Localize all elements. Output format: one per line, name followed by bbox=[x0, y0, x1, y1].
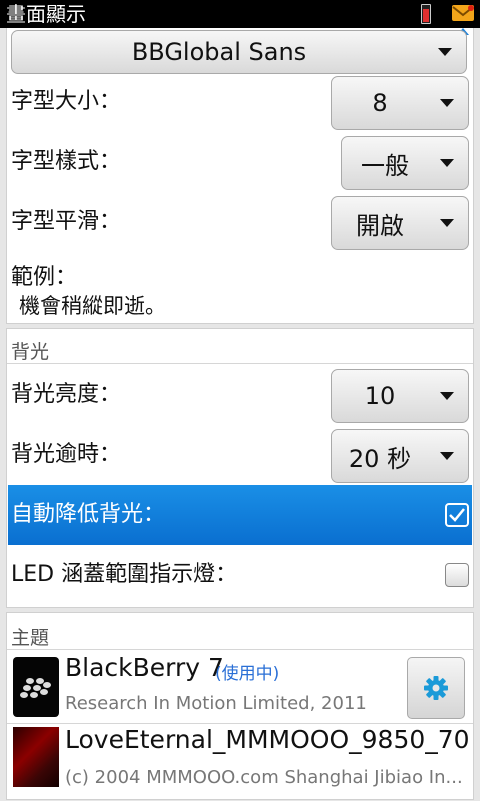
font-style-label: 字型樣式： bbox=[11, 149, 122, 174]
sample-label: 範例： bbox=[11, 265, 78, 290]
battery-icon bbox=[421, 4, 431, 24]
mail-icon[interactable] bbox=[452, 5, 474, 21]
dropdown-arrow-icon bbox=[438, 48, 452, 56]
divider bbox=[7, 363, 473, 364]
dropdown-arrow-icon bbox=[440, 392, 454, 400]
timeout-dropdown[interactable]: 20 秒 bbox=[331, 429, 469, 483]
brightness-dropdown[interactable]: 10 bbox=[331, 369, 469, 423]
font-style-dropdown[interactable]: 一般 bbox=[341, 136, 469, 190]
font-smoothing-label: 字型平滑： bbox=[11, 209, 122, 234]
divider bbox=[7, 723, 473, 724]
theme-name: BlackBerry 7 bbox=[65, 653, 224, 682]
theme-item[interactable]: BlackBerry 7 (使用中) Research In Motion Li… bbox=[7, 653, 397, 723]
theme-subtitle: Research In Motion Limited, 2011 bbox=[65, 693, 367, 714]
font-size-value: 8 bbox=[372, 89, 388, 117]
dropdown-arrow-icon bbox=[440, 452, 454, 460]
backlight-panel: 背光 背光亮度： 10 背光逾時： 20 秒 自動降低背光： LED 涵蓋範圍指… bbox=[6, 328, 474, 608]
auto-dim-checkbox[interactable] bbox=[445, 503, 469, 527]
sample-text: 機會稍縱即逝。 bbox=[19, 294, 166, 318]
check-icon bbox=[449, 508, 465, 522]
section-header-backlight: 背光 bbox=[11, 341, 50, 363]
font-size-dropdown[interactable]: 8 bbox=[331, 76, 469, 130]
theme-panel: 主題 BlackBerry 7 (使用中) Research In Motion… bbox=[6, 612, 474, 800]
font-family-dropdown[interactable]: BBGlobal Sans bbox=[11, 30, 467, 74]
brightness-value: 10 bbox=[364, 382, 396, 410]
led-label: LED 涵蓋範圍指示燈： bbox=[11, 562, 238, 587]
font-settings-panel: BBGlobal Sans 字型大小： 8 字型樣式： 一般 字型平滑： 開啟 … bbox=[6, 28, 474, 324]
font-family-value: BBGlobal Sans bbox=[131, 38, 307, 66]
theme-subtitle: (c) 2004 MMMOOO.com Shanghai Jibiao In..… bbox=[65, 767, 463, 788]
theme-name: LoveEternal_MMMOOO_9850_70 bbox=[65, 725, 470, 754]
screen-title: 畫面顯示 bbox=[6, 2, 86, 26]
font-size-label: 字型大小： bbox=[11, 89, 122, 114]
theme-status-badge: (使用中) bbox=[215, 664, 280, 684]
divider bbox=[7, 649, 473, 650]
auto-dim-label: 自動降低背光： bbox=[11, 502, 166, 527]
brightness-label: 背光亮度： bbox=[11, 382, 122, 407]
dropdown-arrow-icon bbox=[440, 219, 454, 227]
status-bar: 畫面顯示 bbox=[0, 0, 480, 28]
led-checkbox[interactable] bbox=[445, 563, 469, 587]
dropdown-arrow-icon bbox=[440, 159, 454, 167]
section-header-theme: 主題 bbox=[11, 627, 50, 649]
font-style-value: 一般 bbox=[361, 151, 409, 180]
timeout-value: 20 秒 bbox=[348, 444, 412, 473]
font-smoothing-value: 開啟 bbox=[356, 211, 404, 240]
theme-item[interactable]: LoveEternal_MMMOOO_9850_70 (c) 2004 MMMO… bbox=[7, 725, 473, 801]
font-smoothing-dropdown[interactable]: 開啟 bbox=[331, 196, 469, 250]
led-row[interactable]: LED 涵蓋範圍指示燈： bbox=[7, 547, 473, 603]
timeout-label: 背光逾時： bbox=[11, 442, 122, 467]
gear-icon bbox=[424, 676, 448, 700]
theme-settings-button[interactable] bbox=[407, 657, 465, 719]
dropdown-arrow-icon bbox=[440, 99, 454, 107]
auto-dim-row[interactable]: 自動降低背光： bbox=[8, 485, 472, 545]
